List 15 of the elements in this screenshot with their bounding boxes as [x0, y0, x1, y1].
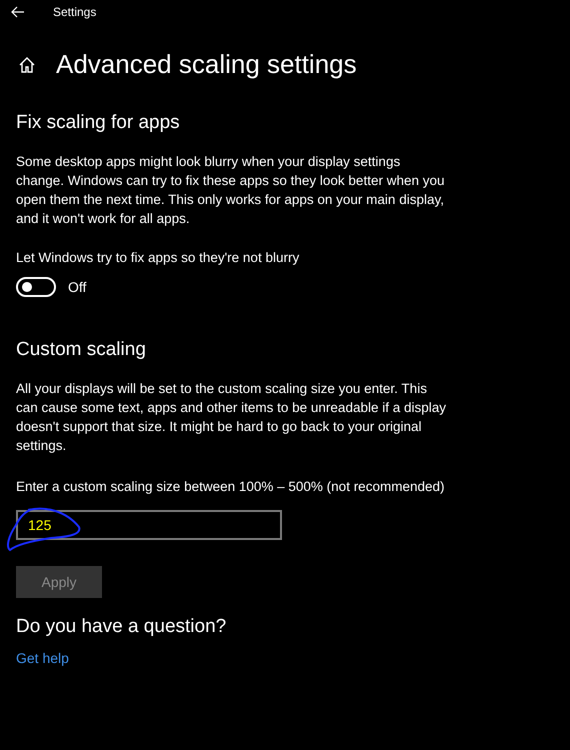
toggle-switch[interactable]	[16, 277, 56, 297]
window-title: Settings	[53, 5, 96, 19]
field-label: Enter a custom scaling size between 100% – 500% (not recommended)	[16, 478, 446, 496]
section-heading: Fix scaling for apps	[16, 112, 181, 134]
get-help-link[interactable]: Get help	[16, 650, 69, 666]
back-arrow-icon[interactable]	[11, 6, 25, 18]
section-description: Some desktop apps might look blurry when your display settings change. Windows can try to fix these apps so they look better when you open them the next time. This only works for apps on your main display, and it won't work for all apps.	[16, 153, 446, 228]
page-title: Advanced scaling settings	[56, 49, 357, 80]
help-heading: Do you have a question?	[16, 616, 228, 638]
toggle-label: Let Windows try to fix apps so they're not blurry	[16, 250, 300, 265]
scaling-input-field[interactable]: 125	[16, 510, 282, 540]
home-icon[interactable]	[18, 56, 36, 74]
section-description: All your displays will be set to the custom scaling size you enter. This can cause some text, apps and other items to be unreadable if a display doesn't support that size. It might be hard to go back to your original settings.	[16, 380, 448, 455]
section-heading: Custom scaling	[16, 339, 147, 361]
toggle-state: Off	[68, 279, 86, 295]
